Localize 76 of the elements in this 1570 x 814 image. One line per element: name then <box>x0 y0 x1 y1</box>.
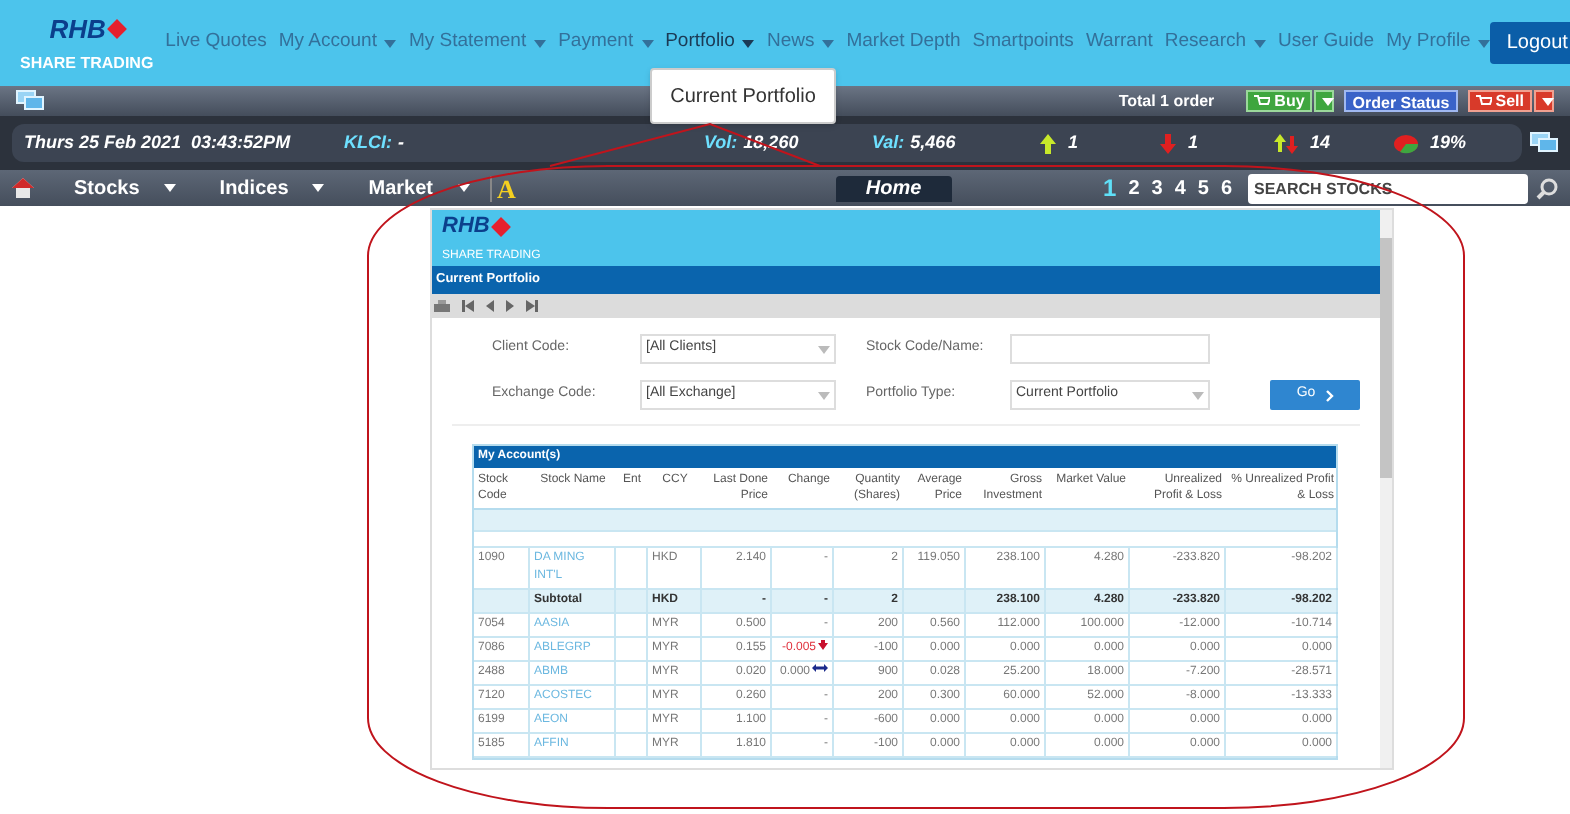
buy-button[interactable]: Buy <box>1246 90 1313 112</box>
logout-button[interactable]: Logout <box>1490 22 1570 64</box>
page-tab[interactable]: 4 <box>1174 173 1186 203</box>
last-page-icon[interactable] <box>526 300 538 312</box>
cart-icon <box>1254 94 1271 108</box>
caret-icon <box>534 39 547 47</box>
page-tab[interactable]: 6 <box>1220 173 1232 203</box>
stock-code-field[interactable] <box>1010 334 1210 364</box>
unchanged-count: 14 <box>1310 129 1331 156</box>
val-label: Val: <box>872 129 905 156</box>
date-time: Thurs 25 Feb 2021 03:43:52PM <box>24 129 293 156</box>
klci-value: - <box>398 129 404 156</box>
buy-dropdown-button[interactable] <box>1314 90 1335 112</box>
caret-icon <box>163 183 176 192</box>
caret-icon <box>1254 39 1267 47</box>
order-count: Total 1 order <box>1118 89 1215 113</box>
decliners-count: 1 <box>1188 129 1199 156</box>
page-tab[interactable]: 5 <box>1197 173 1209 203</box>
down-arrow-icon <box>1160 133 1176 153</box>
dropdown-item[interactable]: Current Portfolio <box>670 81 816 111</box>
nav-item[interactable]: Warrant <box>1085 28 1153 58</box>
scrollbar[interactable] <box>1380 210 1392 768</box>
print-icon[interactable] <box>434 299 450 313</box>
nav-item[interactable]: Payment <box>558 28 654 58</box>
previous-page-icon[interactable] <box>486 300 494 312</box>
nav-item[interactable]: Market Depth <box>846 28 961 58</box>
caret-icon <box>742 39 755 47</box>
brand-tagline: SHARE TRADING <box>20 52 154 77</box>
nav-item[interactable]: My Account <box>278 28 397 58</box>
cart-icon <box>1475 94 1492 108</box>
pie-chart-icon <box>1394 133 1418 153</box>
caret-icon <box>1322 97 1335 105</box>
logo: RHB <box>49 9 124 49</box>
advancers-count: 1 <box>1068 129 1079 156</box>
down-arrow-icon <box>818 640 828 650</box>
percent-value: 19% <box>1430 129 1467 156</box>
caret-icon <box>384 39 397 47</box>
home-tab[interactable]: Home <box>835 175 952 201</box>
nav-item[interactable]: Live Quotes <box>165 28 267 58</box>
chevron-right-icon <box>1325 389 1334 401</box>
nav-item[interactable]: News <box>766 28 835 58</box>
val-value: 5,466 <box>910 129 956 156</box>
sell-button[interactable]: Sell <box>1467 90 1532 112</box>
nav-item[interactable]: My Statement <box>408 28 547 58</box>
up-down-arrows-icon <box>1274 133 1298 153</box>
menu-item[interactable]: Market <box>368 173 470 203</box>
nav-item[interactable]: Research <box>1164 28 1267 58</box>
menu-item[interactable]: Indices <box>219 173 325 203</box>
page-tab[interactable]: 2 <box>1128 173 1140 203</box>
page-tab[interactable]: 3 <box>1151 173 1163 203</box>
nav-item[interactable]: Portfolio <box>665 28 755 58</box>
menu-item[interactable]: Stocks <box>74 173 176 203</box>
left-right-arrow-icon <box>812 664 828 672</box>
next-page-icon[interactable] <box>506 300 514 312</box>
up-arrow-icon <box>1040 133 1056 153</box>
search-icon[interactable] <box>1536 177 1558 199</box>
caret-icon <box>1542 97 1554 105</box>
caret-icon <box>457 183 470 192</box>
home-icon[interactable] <box>12 178 34 198</box>
caret-icon <box>312 183 325 192</box>
klci-label: KLCI: <box>344 129 392 156</box>
logo: RHB <box>442 210 1380 244</box>
page-tab[interactable]: 1 <box>1103 170 1117 206</box>
order-status-button[interactable]: Order Status <box>1344 90 1458 112</box>
vol-label: Vol: <box>704 129 738 156</box>
monitor-icon[interactable] <box>16 90 44 112</box>
caret-icon <box>641 39 654 47</box>
first-page-icon[interactable] <box>462 300 474 312</box>
sell-dropdown-button[interactable] <box>1534 90 1554 112</box>
caret-icon <box>1192 391 1204 399</box>
nav-item[interactable]: Smartpoints <box>972 28 1074 58</box>
nav-item[interactable]: User Guide <box>1278 28 1375 58</box>
caret-icon <box>818 345 830 353</box>
monitor-icon[interactable] <box>1530 132 1558 154</box>
caret-icon <box>822 39 835 47</box>
caret-icon <box>818 391 830 399</box>
